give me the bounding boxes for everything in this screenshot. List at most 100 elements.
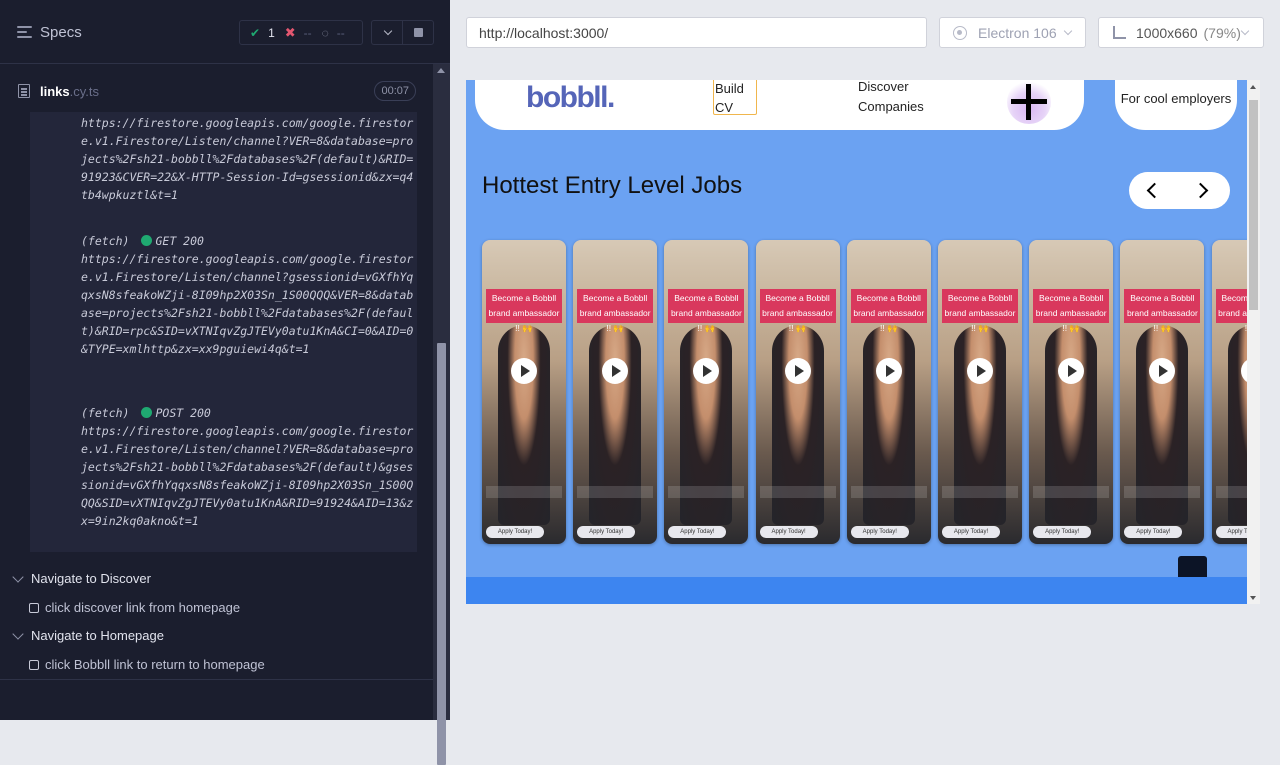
divider — [0, 679, 433, 680]
job-video-card[interactable]: Become a Bobbll brand ambassador !! 🙌 App… — [573, 240, 658, 544]
app-navbar: bobbll. Build CV Discover Companies — [475, 80, 1084, 130]
log-entry-header[interactable]: (fetch) POST 200 — [81, 404, 211, 422]
suite-title: Navigate to Discover — [31, 571, 151, 586]
status-dot — [141, 407, 153, 418]
test-status-icon — [29, 603, 39, 613]
card-tags — [942, 486, 1018, 498]
log-url[interactable]: https://firestore.googleapis.com/google.… — [81, 250, 415, 358]
job-video-card[interactable]: Become a Bobbll brand ambassador !! 🙌 App… — [1029, 240, 1114, 544]
spinner-icon: ◌ — [321, 25, 329, 40]
section-title: Hottest Entry Level Jobs — [482, 172, 743, 199]
card-tags — [486, 486, 562, 498]
spec-file-name: links.cy.ts — [40, 84, 99, 99]
status-dot — [141, 235, 153, 246]
test-stats: ✔ 1 ✖ -- ◌ -- — [239, 20, 363, 45]
log-url[interactable]: https://firestore.googleapis.com/google.… — [81, 422, 415, 530]
plus-icon[interactable] — [1007, 80, 1051, 124]
stop-button[interactable] — [402, 20, 434, 45]
scroll-down-icon[interactable] — [1250, 596, 1256, 600]
electron-icon — [953, 26, 967, 40]
specs-label[interactable]: Specs — [40, 24, 82, 41]
viewport-info[interactable]: 1000x660 (79%) — [1098, 17, 1264, 48]
card-banner: Become a Bobbll brand ambassador !! 🙌 — [942, 289, 1018, 333]
apply-button[interactable]: Apply Today! — [850, 526, 909, 538]
spec-duration: 00:07 — [374, 81, 416, 101]
app-scrollbar[interactable] — [1247, 80, 1260, 604]
arrow-right-icon[interactable] — [1192, 182, 1209, 199]
employers-link[interactable]: For cool employers — [1115, 80, 1237, 130]
chevron-down-icon — [12, 571, 24, 583]
play-icon[interactable] — [784, 358, 811, 384]
x-icon: ✖ — [284, 24, 296, 40]
spec-file-header[interactable]: links.cy.ts 00:07 — [0, 77, 433, 107]
test-click-bobbll[interactable]: click Bobbll link to return to homepage — [0, 654, 433, 676]
job-video-card[interactable]: Become a Bobbll brand ambassador !! 🙌 App… — [482, 240, 566, 544]
job-video-card[interactable]: Become a Bobbll brand ambassador !! 🙌 App… — [664, 240, 749, 544]
ruler-icon — [1113, 26, 1126, 39]
suite-navigate-discover[interactable]: Navigate to Discover — [0, 568, 433, 590]
test-click-discover[interactable]: click discover link from homepage — [0, 597, 433, 619]
discover-companies-link[interactable]: Discover Companies — [858, 80, 938, 117]
card-banner: Become a Bobbll brand ambassador !! 🙌 — [1124, 289, 1201, 333]
chevron-down-icon — [1240, 26, 1250, 36]
apply-button[interactable]: Apply Today! — [577, 526, 636, 538]
apply-button[interactable]: Apply Today! — [759, 526, 818, 538]
scroll-up-icon[interactable] — [1250, 85, 1256, 89]
check-icon: ✔ — [250, 25, 261, 40]
apply-button[interactable]: Apply Today! — [1033, 526, 1092, 538]
apply-button[interactable]: Apply Today! — [942, 526, 1000, 538]
play-icon[interactable] — [967, 358, 993, 384]
job-video-card[interactable]: Become a Bobbll brand ambassador !! 🙌 App… — [846, 240, 931, 544]
card-tags — [759, 486, 836, 498]
url-input[interactable]: http://localhost:3000/ — [466, 17, 927, 48]
card-tags — [1033, 486, 1110, 498]
scroll-down-icon[interactable] — [437, 710, 445, 715]
card-banner: Become a Bobbll brand ambassador !! 🙌 — [486, 289, 562, 333]
app-preview: bobbll. Build CV Discover Companies For … — [466, 80, 1260, 604]
command-log: https://firestore.googleapis.com/google.… — [30, 112, 417, 552]
scroll-up-icon[interactable] — [437, 68, 445, 73]
carousel-controls — [1129, 172, 1230, 209]
test-title: click Bobbll link to return to homepage — [45, 657, 265, 672]
apply-button[interactable]: Apply Today! — [668, 526, 727, 538]
apply-button[interactable]: Apply Today! — [486, 526, 544, 538]
card-tags — [850, 486, 927, 498]
play-icon[interactable] — [511, 358, 537, 384]
scrollbar-thumb[interactable] — [1249, 100, 1258, 310]
card-tags — [577, 486, 654, 498]
pending-count: -- — [336, 25, 345, 40]
job-video-card[interactable]: Become a Bobbll brand ambassador !! 🙌 App… — [1120, 240, 1205, 544]
browser-select[interactable]: Electron 106 — [939, 17, 1086, 48]
chevron-down-icon — [383, 26, 392, 35]
scrollbar-thumb[interactable] — [437, 343, 446, 765]
passed-count: 1 — [268, 25, 275, 40]
chevron-down-icon — [12, 628, 24, 640]
suite-navigate-homepage[interactable]: Navigate to Homepage — [0, 625, 433, 647]
log-url[interactable]: https://firestore.googleapis.com/google.… — [81, 114, 415, 204]
chevron-down-icon — [1063, 26, 1073, 36]
reporter-scrollbar[interactable] — [433, 64, 450, 765]
play-icon[interactable] — [875, 358, 902, 384]
viewport-label: 1000x660 (79%) — [1136, 25, 1241, 41]
card-banner: Become a Bobbll brand ambassador !! 🙌 — [759, 289, 836, 333]
card-tags — [668, 486, 745, 498]
apply-button[interactable]: Apply Today! — [1124, 526, 1183, 538]
card-banner: Become a Bobbll brand ambassador !! 🙌 — [577, 289, 654, 333]
bobbll-logo[interactable]: bobbll. — [526, 81, 615, 115]
play-icon[interactable] — [602, 358, 629, 384]
footer-bar — [466, 577, 1247, 604]
arrow-left-icon[interactable] — [1146, 182, 1163, 199]
job-video-card[interactable]: Become a Bobbll brand ambassador !! 🙌 App… — [938, 240, 1022, 544]
card-banner: Become a Bobbll brand ambassador !! 🙌 — [668, 289, 745, 333]
pending-stat: ◌ -- — [322, 26, 345, 40]
toggle-auto-scroll-button[interactable] — [371, 20, 403, 45]
specs-list-icon[interactable] — [17, 26, 32, 38]
build-cv-link[interactable]: Build CV — [713, 80, 757, 115]
passed-stat: ✔ 1 — [250, 26, 275, 40]
test-title: click discover link from homepage — [45, 600, 241, 615]
log-entry-header[interactable]: (fetch) GET 200 — [81, 232, 204, 250]
job-video-card[interactable]: Become a Bobbll brand ambassador !! 🙌 App… — [755, 240, 840, 544]
play-icon[interactable] — [1058, 358, 1085, 384]
stop-icon — [413, 28, 423, 37]
reporter-header: Specs ✔ 1 ✖ -- ◌ -- — [0, 0, 450, 64]
